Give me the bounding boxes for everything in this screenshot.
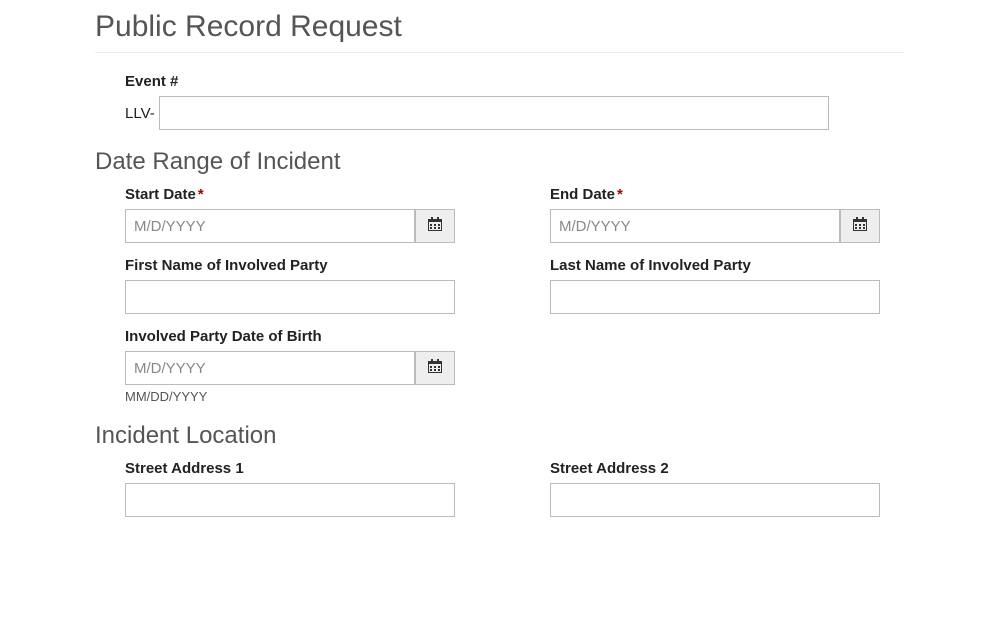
- section-location-heading: Incident Location: [95, 422, 905, 450]
- street1-input[interactable]: [125, 483, 455, 517]
- street1-label: Street Address 1: [125, 460, 480, 477]
- street2-input[interactable]: [550, 483, 880, 517]
- last-name-label: Last Name of Involved Party: [550, 257, 905, 274]
- required-mark: *: [617, 186, 623, 203]
- page-title: Public Record Request: [95, 10, 905, 53]
- end-date-calendar-button[interactable]: [840, 209, 880, 243]
- last-name-input[interactable]: [550, 280, 880, 314]
- event-prefix: LLV-: [125, 105, 155, 122]
- first-name-label: First Name of Involved Party: [125, 257, 480, 274]
- dob-label: Involved Party Date of Birth: [125, 328, 480, 345]
- end-date-label: End Date*: [550, 186, 905, 203]
- calendar-icon: [852, 216, 868, 237]
- section-date-range-heading: Date Range of Incident: [95, 148, 905, 176]
- start-date-calendar-button[interactable]: [415, 209, 455, 243]
- start-date-input[interactable]: [125, 209, 415, 243]
- end-date-input[interactable]: [550, 209, 840, 243]
- required-mark: *: [198, 186, 204, 203]
- calendar-icon: [427, 216, 443, 237]
- event-number-input[interactable]: [159, 96, 829, 130]
- first-name-input[interactable]: [125, 280, 455, 314]
- street2-label: Street Address 2: [550, 460, 905, 477]
- event-number-label: Event #: [125, 73, 905, 90]
- start-date-label: Start Date*: [125, 186, 480, 203]
- dob-calendar-button[interactable]: [415, 351, 455, 385]
- dob-helper-text: MM/DD/YYYY: [125, 389, 480, 404]
- calendar-icon: [427, 358, 443, 379]
- dob-input[interactable]: [125, 351, 415, 385]
